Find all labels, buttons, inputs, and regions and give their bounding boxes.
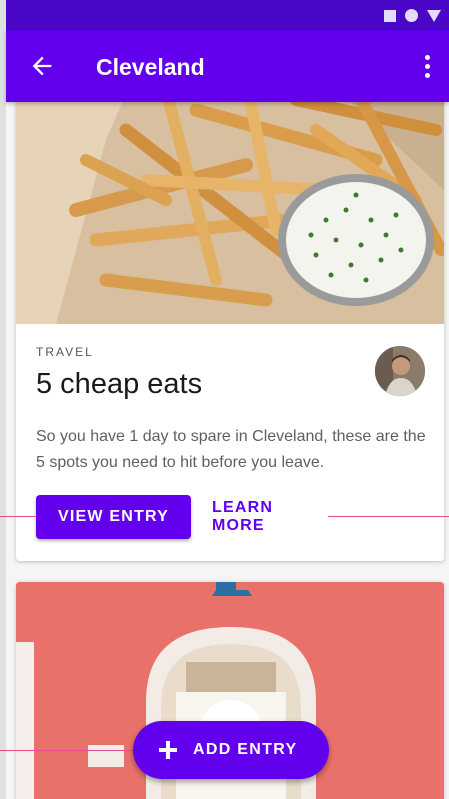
card-overline: TRAVEL — [36, 345, 94, 359]
guide-line-left — [0, 516, 36, 517]
fab-label: ADD ENTRY — [193, 741, 298, 758]
plus-icon — [159, 741, 177, 759]
author-avatar — [375, 346, 425, 396]
triangle-icon — [427, 9, 441, 22]
fries-with-dip-image — [16, 70, 444, 324]
arrow-back-icon[interactable] — [28, 52, 56, 80]
card-title: 5 cheap eats — [36, 368, 203, 400]
status-bar — [6, 0, 449, 30]
square-icon — [384, 9, 396, 22]
entry-card: TRAVEL 5 cheap eats So you have 1 day to… — [16, 70, 444, 561]
circle-icon — [405, 9, 418, 22]
status-icons — [384, 9, 441, 22]
left-edge-strip — [0, 0, 6, 799]
app-bar-title: Cleveland — [96, 54, 205, 80]
view-entry-button[interactable]: VIEW ENTRY — [36, 495, 191, 539]
phone-screen: Cleveland TRAVEL 5 cheap eats So you hav… — [0, 0, 449, 799]
guide-line-fab — [0, 750, 133, 751]
top-app-bar: Cleveland — [6, 30, 449, 102]
guide-line-right — [328, 516, 449, 517]
more-vert-icon[interactable] — [417, 52, 437, 80]
learn-more-button[interactable]: LEARN MORE — [212, 495, 328, 539]
add-entry-fab[interactable]: ADD ENTRY — [133, 721, 329, 779]
card-description: So you have 1 day to spare in Cleveland,… — [36, 428, 426, 471]
